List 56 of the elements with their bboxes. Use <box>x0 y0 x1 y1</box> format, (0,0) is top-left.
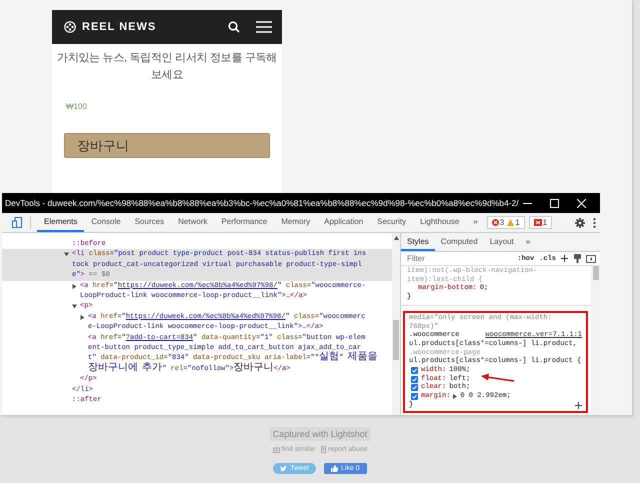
search-icon[interactable] <box>228 21 240 33</box>
cart-button[interactable]: 장바구니 <box>64 133 270 158</box>
issue-count: 1 <box>542 218 548 227</box>
expand-triangle-icon[interactable] <box>72 304 77 310</box>
camera-icon <box>272 446 280 452</box>
property-checkbox[interactable] <box>411 384 418 392</box>
property-checkbox[interactable] <box>411 392 418 400</box>
description-text: 가치있는 뉴스, 독립적인 리서치 정보를 구독해 보세요 <box>56 51 278 83</box>
paint-brush-icon[interactable] <box>574 254 581 263</box>
expand-triangle-icon[interactable] <box>72 284 77 289</box>
devtools-tab[interactable]: Security <box>370 213 414 232</box>
sidebar-icon[interactable] <box>586 254 596 262</box>
expand-triangle-icon[interactable] <box>453 394 458 399</box>
property-checkbox[interactable] <box>411 376 418 383</box>
issues-button[interactable]: 1 <box>528 216 552 229</box>
devtools-tab[interactable]: Memory <box>274 213 318 232</box>
device-toolbar-icon[interactable] <box>12 217 22 228</box>
devtools-tab[interactable]: Console <box>84 213 128 232</box>
caption-label: Captured with Lightshot <box>270 427 370 441</box>
styles-tab[interactable]: Layout <box>484 233 520 251</box>
issues-counter[interactable]: 3 1 <box>486 216 525 229</box>
settings-icon[interactable] <box>575 218 585 228</box>
devtools-tab[interactable]: Elements <box>37 213 84 232</box>
menu-icon[interactable] <box>256 21 272 33</box>
error-icon <box>492 219 499 226</box>
close-icon[interactable] <box>577 198 586 208</box>
thumbs-up-icon <box>331 465 338 472</box>
kebab-menu-icon[interactable] <box>593 218 596 228</box>
expand-triangle-icon[interactable] <box>64 252 69 258</box>
add-icon[interactable] <box>575 402 582 409</box>
price-text: ₩100 <box>65 101 88 111</box>
devtools-tab[interactable]: Network <box>171 213 214 232</box>
bird-icon <box>280 466 288 472</box>
more-tabs-button[interactable]: » <box>466 213 485 232</box>
scroll-up-arrow-icon[interactable] <box>394 236 398 240</box>
maximize-icon[interactable] <box>550 198 559 208</box>
site-logo[interactable]: REEL NEWS <box>82 21 156 33</box>
scrollbar[interactable] <box>392 233 400 415</box>
styles-tab[interactable]: Computed <box>434 233 484 251</box>
warning-icon <box>507 219 514 226</box>
more-tabs-button[interactable]: » <box>520 233 536 251</box>
devtools-tab[interactable]: Lighthouse <box>413 213 466 232</box>
warning-count: 1 <box>515 218 520 227</box>
window-title: DevTools - duweek.com/%ec%98%88%ea%b8%88%ea%b3%bc-%ec%a0%81%ea%b8%88%ec%9d%98-%ec%b0%a8%ec%9d%b4-2/ <box>5 198 520 208</box>
error-count: 3 <box>500 218 504 227</box>
annotation-arrow <box>481 372 515 383</box>
add-icon[interactable] <box>561 254 569 262</box>
clipboard-icon <box>321 446 326 453</box>
flag-icon <box>534 218 542 226</box>
expand-triangle-icon[interactable] <box>80 314 85 320</box>
property-checkbox[interactable] <box>411 366 418 374</box>
devtools-tab[interactable]: Application <box>317 213 370 232</box>
devtools-tab[interactable]: Sources <box>128 213 172 232</box>
scrollbar[interactable] <box>591 266 600 415</box>
film-reel-icon <box>64 21 76 33</box>
devtools-tab[interactable]: Performance <box>214 213 274 232</box>
